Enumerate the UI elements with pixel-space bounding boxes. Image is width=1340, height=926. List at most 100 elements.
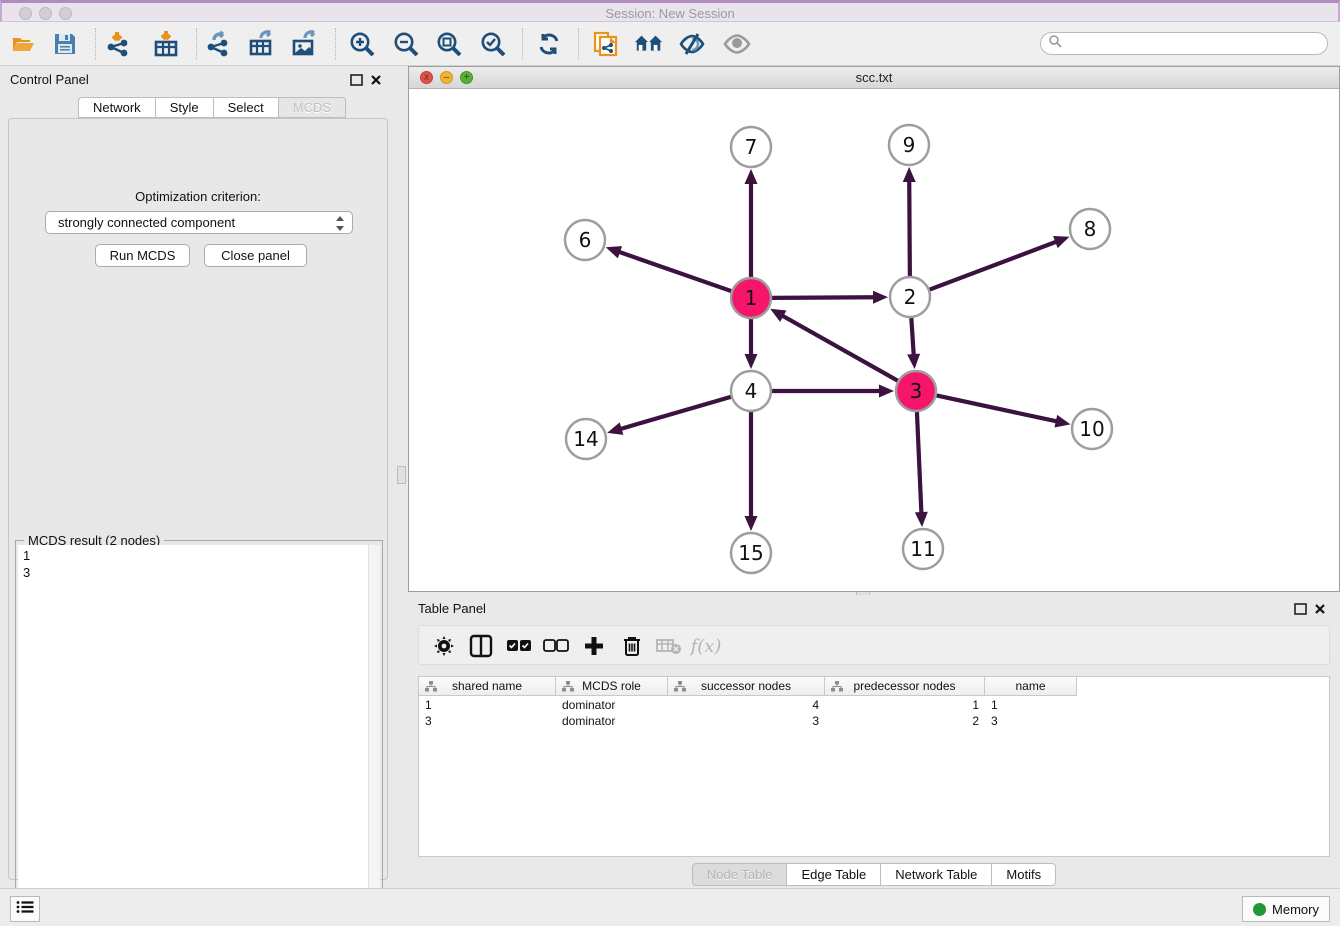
result-scrollbar[interactable]: [368, 545, 380, 919]
export-network-icon[interactable]: [203, 29, 233, 59]
columns-icon[interactable]: [466, 631, 496, 661]
table-cell[interactable]: 1: [985, 697, 1077, 713]
table-header: shared nameMCDS rolesuccessor nodes prede…: [419, 677, 1077, 696]
table-row[interactable]: 3dominator323: [419, 713, 1077, 729]
memory-button[interactable]: Memory: [1242, 896, 1330, 922]
task-history-button[interactable]: [10, 896, 40, 922]
float-table-panel-icon[interactable]: [1294, 602, 1308, 615]
float-panel-icon[interactable]: [350, 73, 364, 86]
combo-value: strongly connected component: [58, 215, 235, 230]
sitemap-icon: [562, 681, 574, 695]
hide-eye-icon[interactable]: [677, 29, 707, 59]
table-cell[interactable]: 1: [419, 697, 556, 713]
import-table-icon[interactable]: [151, 29, 181, 59]
export-table-icon[interactable]: [247, 29, 277, 59]
arrowhead-icon: [903, 167, 916, 182]
home-icon[interactable]: [634, 29, 664, 59]
column-header-predecessor-nodes[interactable]: predecessor nodes: [825, 677, 985, 696]
tab-style[interactable]: Style: [155, 97, 213, 118]
close-table-panel-icon[interactable]: [1314, 602, 1328, 615]
optimization-criterion-select[interactable]: strongly connected component: [45, 211, 353, 234]
edge-3-11[interactable]: [917, 412, 922, 514]
arrowhead-icon: [607, 422, 623, 434]
column-header-successor-nodes[interactable]: successor nodes: [668, 677, 825, 696]
zoom-out-icon[interactable]: [391, 29, 421, 59]
mcds-result-list[interactable]: 1 3: [18, 545, 368, 919]
tab-motifs[interactable]: Motifs: [991, 863, 1056, 886]
function-icon[interactable]: f(x): [691, 631, 721, 661]
mcds-panel: Optimization criterion: strongly connect…: [8, 118, 388, 880]
delete-icon[interactable]: [617, 631, 647, 661]
save-icon[interactable]: [50, 29, 80, 59]
table-cell[interactable]: dominator: [556, 713, 668, 729]
column-header-MCDS-role[interactable]: MCDS role: [556, 677, 668, 696]
node-label-9: 9: [903, 133, 916, 157]
tab-network-table[interactable]: Network Table: [880, 863, 991, 886]
zoom-selected-icon[interactable]: [478, 29, 508, 59]
run-mcds-button[interactable]: Run MCDS: [95, 244, 190, 267]
edge-3-10[interactable]: [937, 395, 1058, 421]
edge-1-6[interactable]: [618, 252, 731, 292]
result-line: 1: [23, 547, 363, 564]
tab-select[interactable]: Select: [213, 97, 278, 118]
eye-icon[interactable]: [722, 29, 752, 59]
edge-2-8[interactable]: [930, 241, 1058, 289]
column-header-shared-name[interactable]: shared name: [419, 677, 556, 696]
zoom-fit-icon[interactable]: [434, 29, 464, 59]
arrowhead-icon: [1054, 415, 1070, 428]
table-row[interactable]: 1dominator411: [419, 697, 1077, 713]
node-label-11: 11: [910, 537, 935, 561]
column-label: predecessor nodes: [853, 679, 955, 693]
table-toolbar: f(x): [418, 625, 1330, 665]
main-toolbar: [0, 22, 1340, 66]
network-canvas[interactable]: 7968124314101511: [409, 89, 1339, 591]
table-cell[interactable]: 3: [668, 713, 825, 729]
toolbar-separator: [522, 28, 523, 60]
table-cell[interactable]: 2: [825, 713, 985, 729]
edge-1-2[interactable]: [772, 297, 875, 298]
memory-status-icon: [1253, 903, 1266, 916]
add-icon[interactable]: [579, 631, 609, 661]
toolbar-separator: [95, 28, 96, 60]
status-bar: Memory: [0, 888, 1340, 926]
edge-4-14[interactable]: [620, 397, 731, 429]
edge-2-9[interactable]: [909, 180, 910, 276]
open-folder-icon[interactable]: [8, 29, 38, 59]
table-tabs: Node Table Edge Table Network Table Moti…: [408, 863, 1340, 886]
edge-3-1[interactable]: [781, 315, 897, 381]
result-line: 3: [23, 564, 363, 581]
list-icon: [16, 900, 34, 919]
tab-edge-table[interactable]: Edge Table: [786, 863, 880, 886]
network-title: scc.txt: [409, 70, 1339, 85]
arrowhead-icon: [1053, 236, 1069, 248]
zoom-in-icon[interactable]: [347, 29, 377, 59]
column-header-name[interactable]: name: [985, 677, 1077, 696]
table-cell[interactable]: 3: [985, 713, 1077, 729]
mcds-result-group: MCDS result (2 nodes) 1 3: [15, 540, 383, 922]
node-label-14: 14: [573, 427, 598, 451]
tab-node-table[interactable]: Node Table: [692, 863, 787, 886]
tab-mcds[interactable]: MCDS: [278, 97, 346, 118]
vertical-splitter-grip[interactable]: [397, 466, 406, 484]
node-label-7: 7: [745, 135, 758, 159]
clone-network-icon[interactable]: [590, 29, 620, 59]
gear-icon[interactable]: [429, 631, 459, 661]
delete-column-icon[interactable]: [654, 631, 684, 661]
tab-network[interactable]: Network: [78, 97, 155, 118]
close-panel-button[interactable]: Close panel: [204, 244, 307, 267]
select-all-icon[interactable]: [504, 631, 534, 661]
table-cell[interactable]: dominator: [556, 697, 668, 713]
refresh-icon[interactable]: [534, 29, 564, 59]
edge-2-3[interactable]: [911, 318, 913, 356]
node-label-15: 15: [738, 541, 763, 565]
import-network-icon[interactable]: [103, 29, 133, 59]
deselect-all-icon[interactable]: [541, 631, 571, 661]
table-cell[interactable]: 4: [668, 697, 825, 713]
node-table: shared nameMCDS rolesuccessor nodes prede…: [418, 676, 1330, 857]
table-cell[interactable]: 1: [825, 697, 985, 713]
close-panel-icon[interactable]: [370, 73, 384, 86]
network-window-titlebar[interactable]: x – + scc.txt: [409, 67, 1339, 89]
search-input[interactable]: [1040, 32, 1328, 55]
export-image-icon[interactable]: [290, 29, 320, 59]
table-cell[interactable]: 3: [419, 713, 556, 729]
